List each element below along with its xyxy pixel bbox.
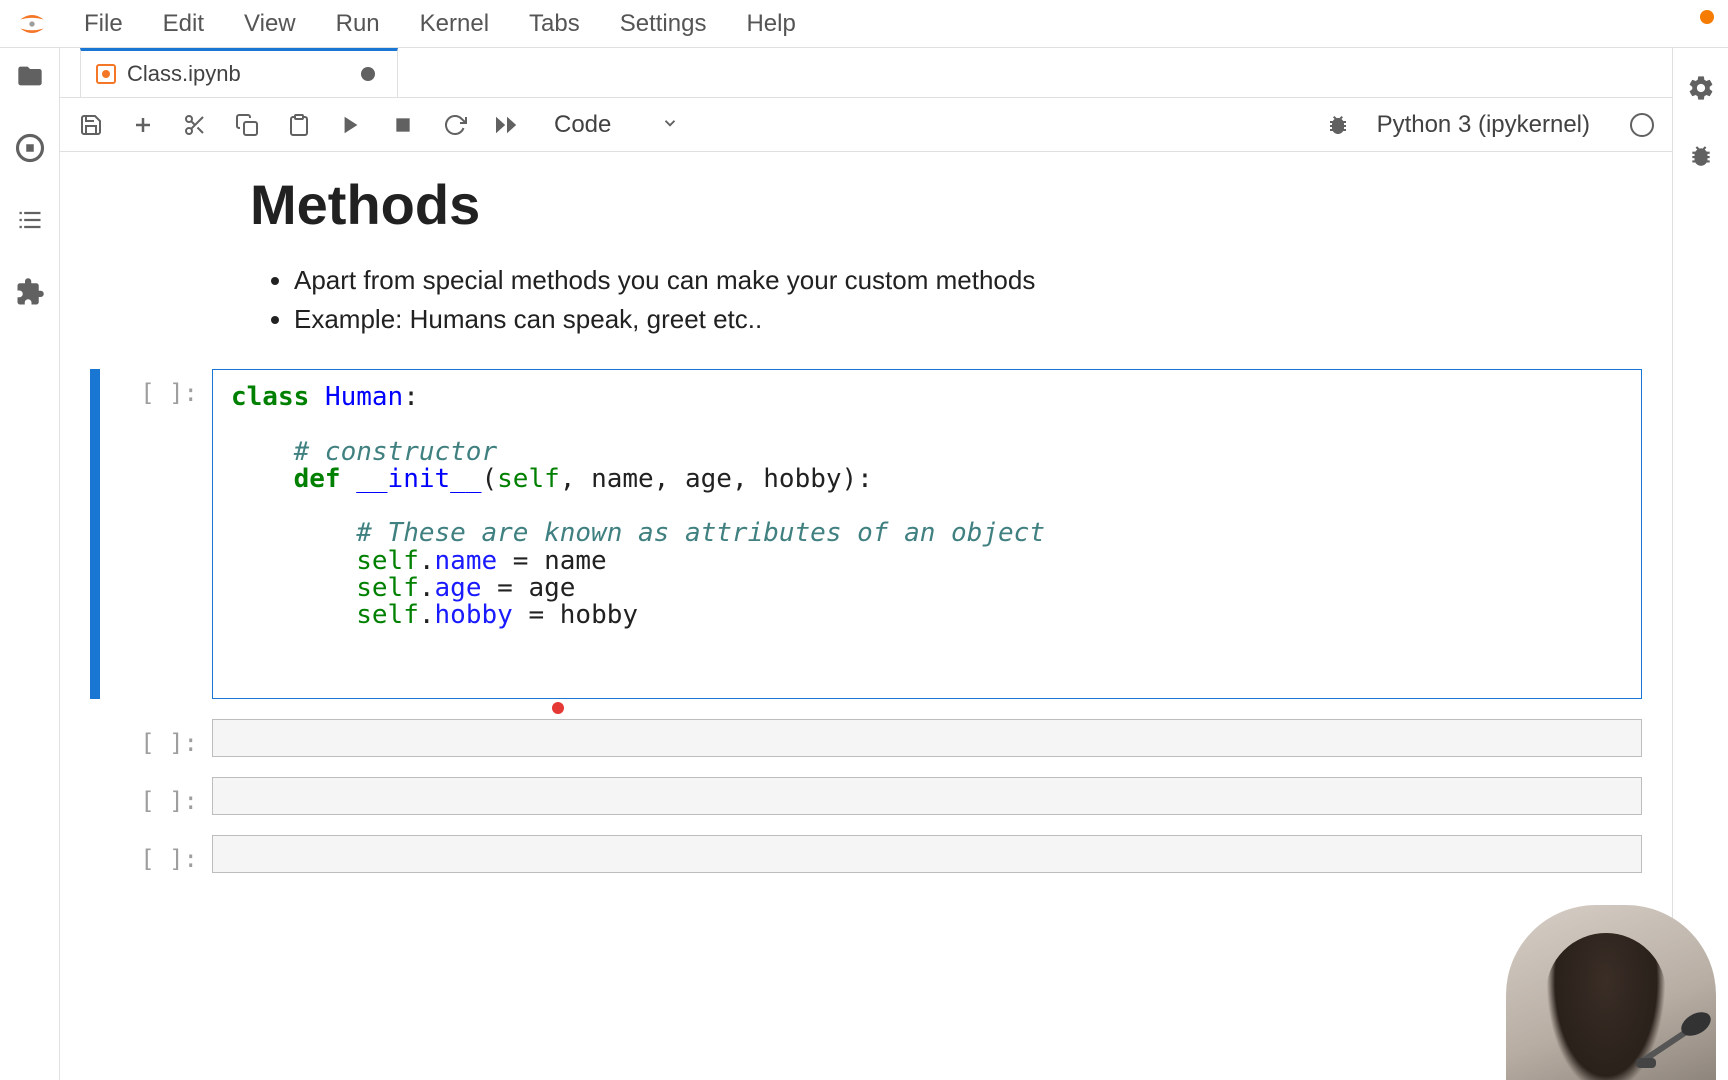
code-cell-empty[interactable]: [ ]: [90, 835, 1642, 873]
restart-icon[interactable] [442, 112, 468, 138]
tab-notebook[interactable]: Class.ipynb [80, 48, 398, 97]
menu-settings[interactable]: Settings [600, 10, 727, 38]
recording-indicator [1700, 10, 1714, 24]
notebook-icon [95, 63, 117, 85]
property-inspector-icon[interactable] [1685, 72, 1717, 104]
save-icon[interactable] [78, 112, 104, 138]
unsaved-indicator [361, 67, 375, 81]
paste-icon[interactable] [286, 112, 312, 138]
add-cell-icon[interactable] [130, 112, 156, 138]
input-prompt: [ ]: [100, 369, 212, 699]
menu-tabs[interactable]: Tabs [509, 10, 600, 38]
run-icon[interactable] [338, 112, 364, 138]
menu-file[interactable]: File [64, 10, 143, 38]
microphone-icon [1634, 1000, 1716, 1070]
left-sidebar [0, 48, 60, 1080]
kernel-name[interactable]: Python 3 (ipykernel) [1377, 111, 1590, 139]
menu-edit[interactable]: Edit [143, 10, 224, 38]
jupyter-logo[interactable] [14, 6, 50, 42]
code-cell-empty[interactable]: [ ]: [90, 777, 1642, 815]
cut-icon[interactable] [182, 112, 208, 138]
copy-icon[interactable] [234, 112, 260, 138]
chevron-down-icon [661, 111, 679, 139]
stop-icon[interactable] [390, 112, 416, 138]
menu-view[interactable]: View [224, 10, 316, 38]
bullet-item: Example: Humans can speak, greet etc.. [294, 300, 1642, 339]
toc-icon[interactable] [14, 204, 46, 236]
active-cell-indicator [90, 369, 100, 699]
markdown-cell[interactable]: Methods Apart from special methods you c… [90, 166, 1642, 369]
extensions-icon[interactable] [14, 276, 46, 308]
code-editor[interactable] [212, 835, 1642, 873]
debugger-icon[interactable] [1685, 140, 1717, 172]
notebook-body[interactable]: Methods Apart from special methods you c… [60, 152, 1672, 1080]
input-prompt: [ ]: [100, 835, 212, 873]
cell-type-selector[interactable]: Code [546, 111, 687, 139]
folder-icon[interactable] [14, 60, 46, 92]
tab-bar: Class.ipynb [60, 48, 1672, 98]
webcam-overlay [1506, 905, 1716, 1080]
code-cell-empty[interactable]: [ ]: [90, 719, 1642, 757]
input-prompt: [ ]: [100, 777, 212, 815]
tab-filename: Class.ipynb [127, 61, 241, 87]
code-cell-active[interactable]: [ ]: class Human: # constructor def __in… [90, 369, 1642, 699]
bullet-item: Apart from special methods you can make … [294, 261, 1642, 300]
markdown-heading: Methods [250, 172, 1642, 237]
menu-help[interactable]: Help [726, 10, 815, 38]
input-prompt: [ ]: [100, 719, 212, 757]
menu-kernel[interactable]: Kernel [400, 10, 509, 38]
run-all-icon[interactable] [494, 112, 520, 138]
cursor-pointer [552, 702, 564, 714]
notebook-toolbar: Code Python 3 (ipykernel) [60, 98, 1672, 152]
cell-type-label: Code [554, 111, 611, 139]
menu-bar: File Edit View Run Kernel Tabs Settings … [0, 0, 1728, 48]
bug-icon[interactable] [1325, 112, 1351, 138]
kernel-status-idle[interactable] [1630, 113, 1654, 137]
code-editor[interactable]: class Human: # constructor def __init__(… [212, 369, 1642, 699]
main-area: Class.ipynb Code Python 3 (ipykernel) Me… [60, 48, 1672, 1080]
menu-run[interactable]: Run [316, 10, 400, 38]
code-editor[interactable] [212, 719, 1642, 757]
code-editor[interactable] [212, 777, 1642, 815]
running-icon[interactable] [14, 132, 46, 164]
